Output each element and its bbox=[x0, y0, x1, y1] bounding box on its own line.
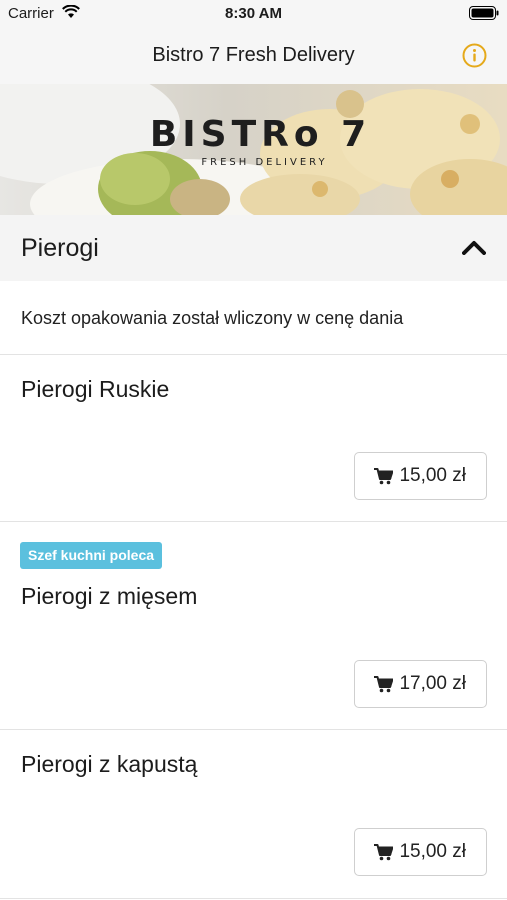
logo-text: BISTRo 7 bbox=[149, 114, 372, 155]
price-label: 17,00 zł bbox=[399, 673, 466, 694]
info-icon[interactable] bbox=[462, 43, 487, 68]
list-item[interactable]: Szef kuchni poleca Pierogi z mięsem 17,0… bbox=[0, 522, 507, 730]
list-item[interactable]: Pierogi Ruskie 15,00 zł bbox=[0, 355, 507, 522]
list-item[interactable]: Pierogi z kapustą 15,00 zł bbox=[0, 730, 507, 899]
packaging-note-text: Koszt opakowania został wliczony w cenę … bbox=[21, 308, 404, 328]
price-label: 15,00 zł bbox=[399, 465, 466, 486]
add-to-cart-button[interactable]: 15,00 zł bbox=[354, 452, 487, 500]
chef-recommends-badge: Szef kuchni poleca bbox=[20, 542, 163, 569]
item-name: Pierogi z kapustą bbox=[21, 751, 198, 777]
cart-icon bbox=[374, 467, 394, 485]
status-bar: Carrier 8:30 AM bbox=[0, 0, 507, 26]
clock: 8:30 AM bbox=[225, 5, 282, 22]
section-header-pierogi[interactable]: Pierogi bbox=[0, 215, 507, 281]
add-to-cart-button[interactable]: 15,00 zł bbox=[354, 828, 487, 876]
item-name: Pierogi z mięsem bbox=[21, 583, 198, 609]
price-label: 15,00 zł bbox=[399, 841, 466, 862]
chevron-up-icon[interactable] bbox=[462, 239, 486, 260]
packaging-note: Koszt opakowania został wliczony w cenę … bbox=[0, 281, 507, 355]
logo: BISTRo 7 FRESH DELIVERY bbox=[0, 114, 507, 168]
battery-icon bbox=[469, 6, 499, 24]
cart-icon bbox=[374, 675, 394, 693]
nav-bar: Bistro 7 Fresh Delivery bbox=[0, 26, 507, 84]
item-name: Pierogi Ruskie bbox=[21, 376, 170, 402]
add-to-cart-button[interactable]: 17,00 zł bbox=[354, 660, 487, 708]
page-title: Bistro 7 Fresh Delivery bbox=[152, 44, 355, 66]
logo-subtext: FRESH DELIVERY bbox=[201, 157, 328, 168]
hero-banner: BISTRo 7 FRESH DELIVERY bbox=[0, 84, 507, 215]
section-title: Pierogi bbox=[21, 234, 99, 262]
cart-icon bbox=[374, 843, 394, 861]
